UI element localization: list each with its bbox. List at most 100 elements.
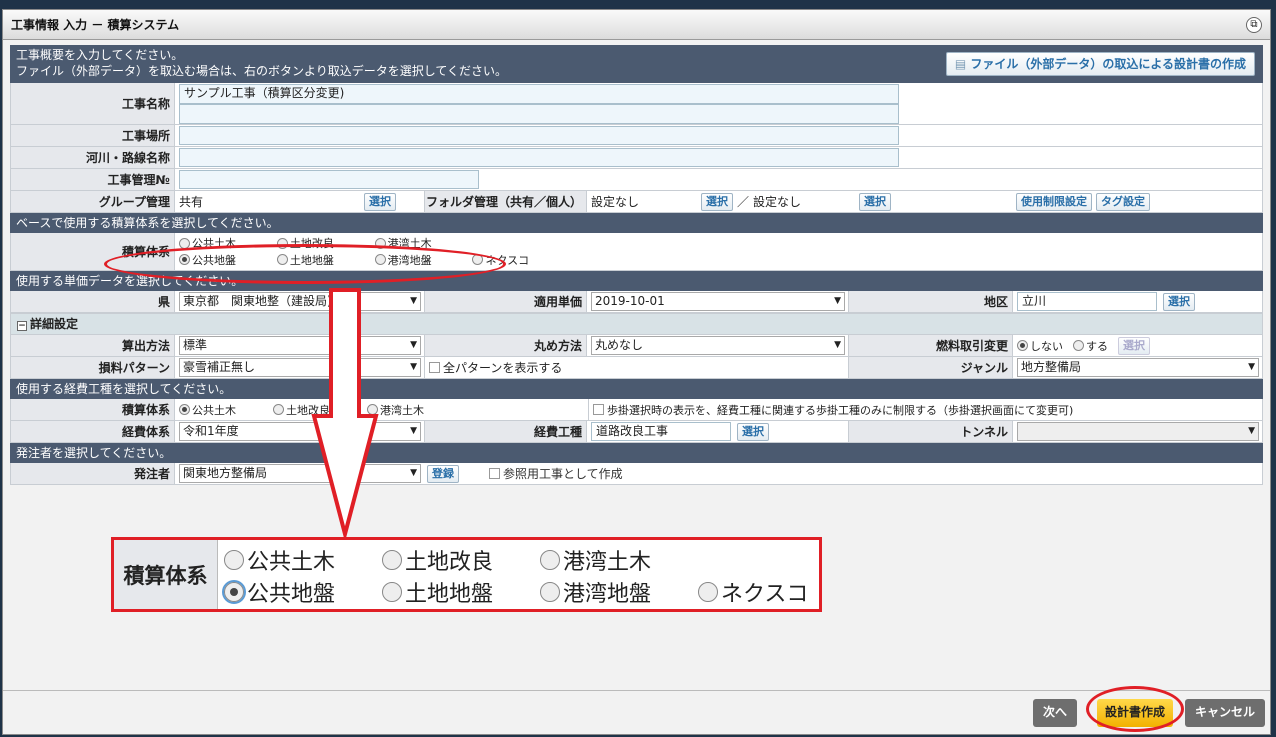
- reference-label: 参照用工事として作成: [503, 467, 623, 481]
- row-place: 工事場所: [10, 125, 1263, 147]
- orderer-label: 発注者: [11, 463, 175, 484]
- area-input[interactable]: 立川: [1017, 292, 1157, 311]
- place-input[interactable]: [179, 126, 899, 145]
- limit-label: 歩掛選択時の表示を、経費工種に関連する歩掛工種のみに制限する（歩掛選択画面にて変…: [607, 403, 1074, 417]
- apply-price-select[interactable]: 2019-10-01 ▼: [591, 292, 845, 311]
- dropdown-arrow-icon: ▼: [410, 340, 417, 350]
- genre-label: ジャンル: [849, 357, 1013, 378]
- row-mgmt: 工事管理№: [10, 169, 1263, 191]
- reference-checkbox[interactable]: [489, 468, 500, 479]
- zoom-radio-kouwan-jiban: 港湾地盤: [540, 576, 651, 608]
- restrict-settings-button[interactable]: 使用制限設定: [1016, 192, 1092, 211]
- folder-value-personal: 設定なし: [591, 195, 640, 209]
- folder-value-shared: 設定なし: [753, 195, 802, 209]
- group-select-button[interactable]: 選択: [364, 192, 396, 211]
- folder-label: フォルダ管理（共有／個人）: [425, 191, 587, 212]
- dialog-window: 工事情報 入力 － 積算システム ⧉ 工事概要を入力してください。 ファイル（外…: [2, 9, 1271, 735]
- import-file-label: ファイル（外部データ）の取込による設計書の作成: [970, 57, 1246, 71]
- name-input[interactable]: サンプル工事（積算区分変更): [179, 83, 899, 104]
- name-input-2[interactable]: [179, 103, 899, 124]
- dropdown-arrow-icon: ▼: [410, 296, 417, 306]
- radio-fuel-yes[interactable]: する: [1073, 338, 1108, 354]
- tag-settings-button[interactable]: タグ設定: [1096, 192, 1150, 211]
- mgmt-input[interactable]: [179, 170, 479, 189]
- cancel-button[interactable]: キャンセル: [1185, 699, 1265, 727]
- pref-select[interactable]: 東京都 関東地整（建設局) ▼: [179, 292, 421, 311]
- radio-exp-koukyou-doboku[interactable]: 公共土木: [179, 402, 263, 418]
- river-label: 河川・路線名称: [11, 147, 175, 168]
- area-select-button[interactable]: 選択: [1163, 292, 1195, 311]
- row-calc: 算出方法 標準 ▼ 丸め方法 丸めなし ▼ 燃料取引変更 しない する 選択: [10, 335, 1263, 357]
- folder-icon: ▤: [954, 57, 971, 71]
- calc-select[interactable]: 標準 ▼: [179, 336, 421, 355]
- dropdown-arrow-icon: ▼: [834, 296, 841, 306]
- dropdown-arrow-icon: ▼: [1248, 426, 1255, 436]
- show-all-label: 全パターンを表示する: [443, 361, 563, 375]
- show-all-checkbox[interactable]: [429, 362, 440, 373]
- zoom-radio-kouwan-doboku: 港湾土木: [540, 544, 651, 576]
- dropdown-arrow-icon: ▼: [410, 468, 417, 478]
- zoom-callout: 積算体系 公共土木 土地改良 港湾土木 公共地盤 土地地盤 港湾地盤 ネクスコ: [111, 537, 822, 612]
- radio-fuel-no[interactable]: しない: [1017, 338, 1063, 354]
- row-group: グループ管理 共有 選択 フォルダ管理（共有／個人） 設定なし 選択 ／ 設定な…: [10, 191, 1263, 213]
- place-label: 工事場所: [11, 125, 175, 146]
- zoom-radio-tochi-jiban: 土地地盤: [382, 576, 493, 608]
- folder-select-button-1[interactable]: 選択: [701, 192, 733, 211]
- title-bar: 工事情報 入力 － 積算システム: [3, 10, 1270, 40]
- expense-kind-input[interactable]: 道路改良工事: [591, 422, 731, 441]
- zoom-radio-koukyou-doboku: 公共土木: [224, 544, 335, 576]
- window-title: 工事情報 入力 － 積算システム: [11, 18, 180, 32]
- tunnel-select[interactable]: ▼: [1017, 422, 1259, 441]
- expense-system-label: 積算体系: [11, 399, 175, 420]
- round-select[interactable]: 丸めなし ▼: [591, 336, 845, 355]
- expense-section-header: 使用する経費工種を選択してください。: [10, 379, 1263, 399]
- fuel-select-button[interactable]: 選択: [1118, 336, 1150, 355]
- round-label: 丸め方法: [425, 335, 587, 356]
- name-label: 工事名称: [11, 83, 175, 124]
- loss-select[interactable]: 豪雪補正無し ▼: [179, 358, 421, 377]
- loss-label: 損料パターン: [11, 357, 175, 378]
- intro-section: 工事概要を入力してください。 ファイル（外部データ）を取込む場合は、右のボタンよ…: [10, 45, 1263, 83]
- import-file-button[interactable]: ▤ ファイル（外部データ）の取込による設計書の作成: [945, 52, 1255, 76]
- dropdown-arrow-icon: ▼: [410, 426, 417, 436]
- calc-label: 算出方法: [11, 335, 175, 356]
- row-river: 河川・路線名称: [10, 147, 1263, 169]
- pref-label: 県: [11, 291, 175, 312]
- orderer-select[interactable]: 関東地方整備局 ▼: [179, 464, 421, 483]
- expense-kind-select-button[interactable]: 選択: [737, 422, 769, 441]
- genre-select[interactable]: 地方整備局 ▼: [1017, 358, 1259, 377]
- down-arrow-icon: [311, 288, 379, 538]
- dropdown-arrow-icon: ▼: [1248, 362, 1255, 372]
- collapse-icon: −: [17, 321, 27, 331]
- zoom-radio-nexco: ネクスコ: [698, 576, 808, 608]
- row-expense: 経費体系 令和1年度 ▼ 経費工種 道路改良工事 選択 トンネル ▼: [10, 421, 1263, 443]
- next-button[interactable]: 次へ: [1033, 699, 1077, 727]
- zoom-radio-koukyou-jiban: 公共地盤: [222, 576, 335, 608]
- row-name: 工事名称 サンプル工事（積算区分変更): [10, 83, 1263, 125]
- row-orderer: 発注者 関東地方整備局 ▼ 登録 参照用工事として作成: [10, 463, 1263, 485]
- folder-slash: ／: [737, 195, 750, 209]
- detail-header[interactable]: − 詳細設定: [10, 313, 1263, 335]
- row-unit: 県 東京都 関東地整（建設局) ▼ 適用単価 2019-10-01 ▼ 地区 立川選…: [10, 291, 1263, 313]
- zoom-radio-tochi-kairyou: 土地改良: [382, 544, 493, 576]
- mgmt-label: 工事管理№: [11, 169, 175, 190]
- folder-select-button-2[interactable]: 選択: [859, 192, 892, 211]
- zoom-label: 積算体系: [114, 540, 218, 609]
- row-expense-system: 積算体系 公共土木 土地改良 港湾土木 歩掛選択時の表示を、経費工種に関連する歩…: [10, 399, 1263, 421]
- group-value: 共有: [179, 195, 204, 209]
- area-label: 地区: [849, 291, 1013, 312]
- footer-bar: 次へ 設計書作成 キャンセル: [3, 690, 1270, 734]
- tunnel-label: トンネル: [849, 421, 1013, 442]
- river-input[interactable]: [179, 148, 899, 167]
- row-loss: 損料パターン 豪雪補正無し ▼ 全パターンを表示する ジャンル 地方整備局 ▼: [10, 357, 1263, 379]
- dropdown-arrow-icon: ▼: [410, 362, 417, 372]
- highlight-ellipse-create: [1086, 686, 1184, 732]
- group-label: グループ管理: [11, 191, 175, 212]
- restore-icon[interactable]: ⧉: [1246, 17, 1262, 33]
- expense-select[interactable]: 令和1年度 ▼: [179, 422, 421, 441]
- highlight-ellipse-system: [104, 244, 506, 284]
- orderer-section-header: 発注者を選択してください。: [10, 443, 1263, 463]
- limit-checkbox[interactable]: [593, 404, 604, 415]
- register-button[interactable]: 登録: [427, 464, 459, 483]
- expense-kind-label: 経費工種: [425, 421, 587, 442]
